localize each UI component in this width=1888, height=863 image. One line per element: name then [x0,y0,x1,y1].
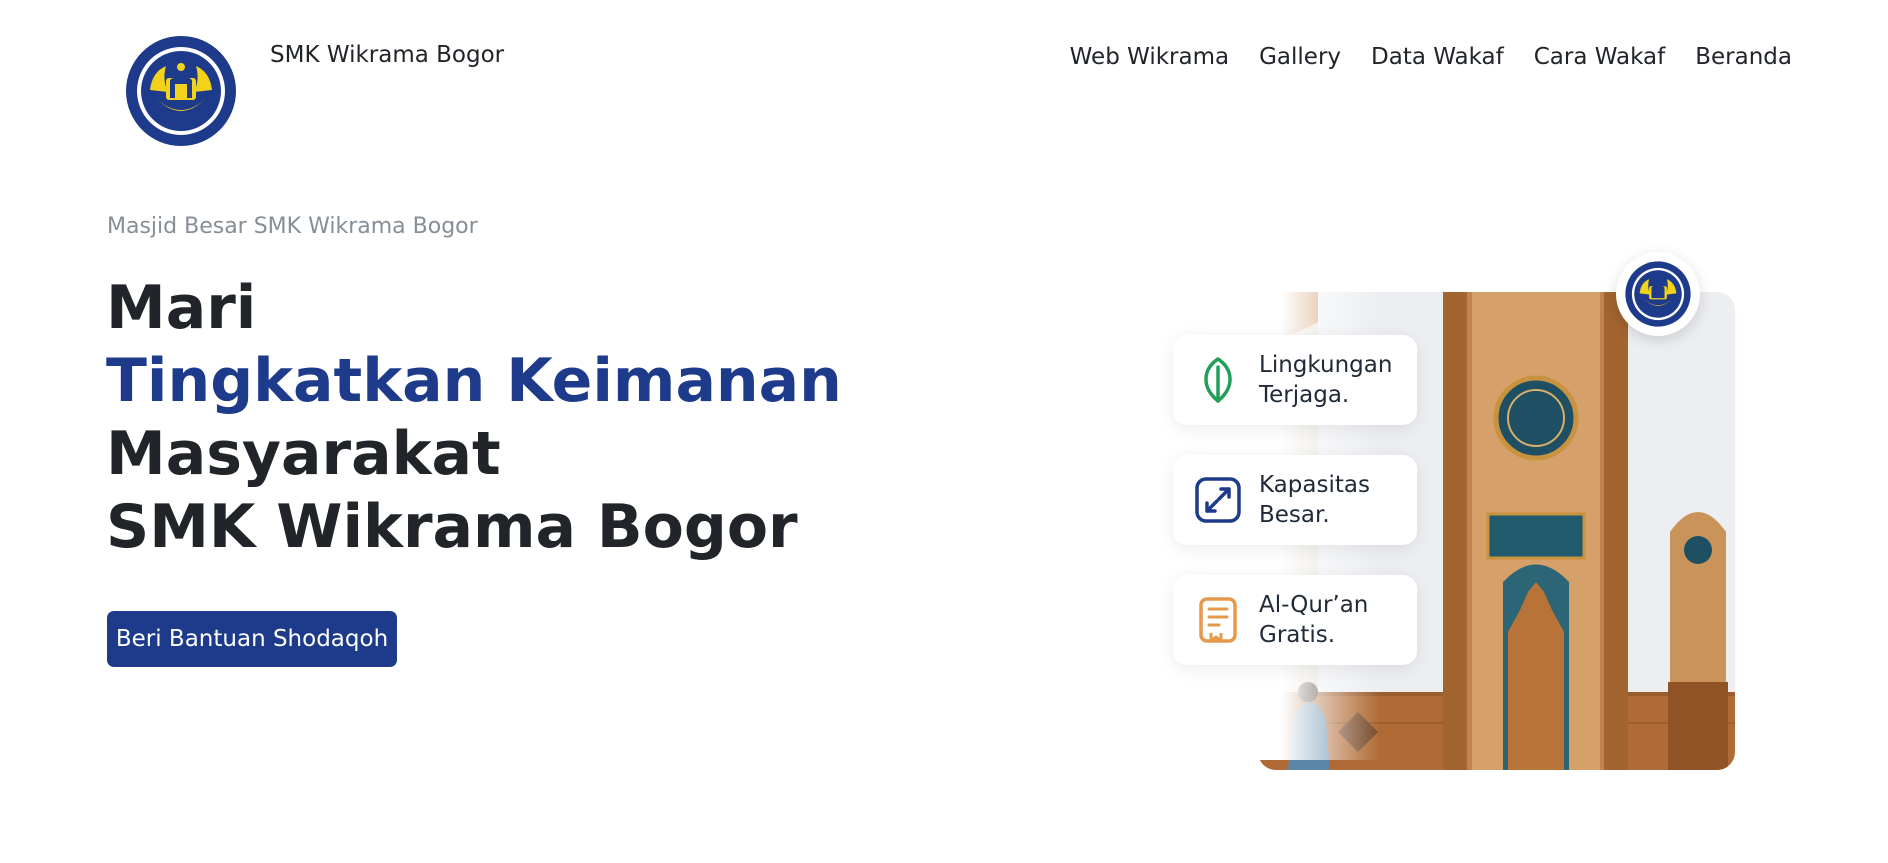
feature-label-line-2: Terjaga. [1259,382,1350,408]
logo-badge [1616,252,1700,336]
leaf-icon [1204,357,1232,403]
feature-card-capacity: Kapasitas Besar. [1173,455,1417,545]
brand[interactable]: SMK Wikrama Bogor [122,32,504,150]
headline-line-4: SMK Wikrama Bogor [106,492,798,562]
hero-visual: Lingkungan Terjaga. Kapasitas Besar. Al-… [1160,250,1745,780]
hero-headline: Mari Tingkatkan Keimanan Masyarakat SMK … [106,272,842,564]
hero-eyebrow: Masjid Besar SMK Wikrama Bogor [107,214,478,239]
feature-label-line-1: Lingkungan [1259,352,1393,378]
nav-cara-wakaf[interactable]: Cara Wakaf [1534,44,1666,70]
feature-card-environment: Lingkungan Terjaga. [1173,335,1417,425]
feature-card-quran: Al-Qur’an Gratis. [1173,575,1417,665]
feature-label-line-2: Gratis. [1259,622,1336,648]
feature-label: Al-Qur’an Gratis. [1259,590,1368,650]
brand-name[interactable]: SMK Wikrama Bogor [270,42,504,68]
nav-gallery[interactable]: Gallery [1259,44,1341,70]
nav-data-wakaf[interactable]: Data Wakaf [1371,44,1504,70]
book-icon [1199,597,1237,643]
headline-line-3: Masyarakat [106,419,501,489]
nav-web-wikrama[interactable]: Web Wikrama [1070,44,1229,70]
feature-label-line-1: Kapasitas [1259,472,1370,498]
feature-label: Lingkungan Terjaga. [1259,350,1392,410]
headline-line-1: Mari [106,273,257,343]
expand-icon [1195,477,1241,523]
nav-beranda[interactable]: Beranda [1695,44,1792,70]
headline-line-2: Tingkatkan Keimanan [106,346,842,416]
smk-wikrama-badge-icon [1625,261,1691,327]
donate-button[interactable]: Beri Bantuan Shodaqoh [107,611,397,667]
feature-label-line-2: Besar. [1259,502,1330,528]
feature-label: Kapasitas Besar. [1259,470,1370,530]
main-nav: Web Wikrama Gallery Data Wakaf Cara Waka… [1070,44,1792,70]
smk-wikrama-logo-icon [124,34,238,148]
feature-label-line-1: Al-Qur’an [1259,592,1369,618]
